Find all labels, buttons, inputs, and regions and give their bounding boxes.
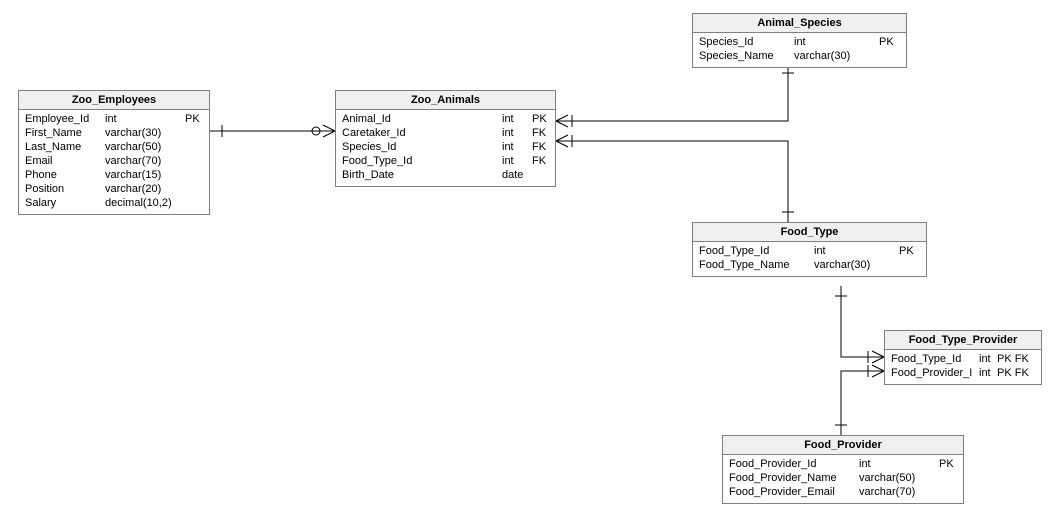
entity-columns: Food_Type_Id int PK FK Food_Provider_I i… xyxy=(885,350,1041,384)
entity-columns: Species_Id int PK Species_Name varchar(3… xyxy=(693,33,906,67)
column-row: First_Name varchar(30) xyxy=(25,126,203,140)
column-key: PK xyxy=(939,457,954,471)
column-row: Food_Type_Id int PK xyxy=(699,244,920,258)
entity-zoo-animals: Zoo_Animals Animal_Id int PK Caretaker_I… xyxy=(335,90,556,187)
column-type: varchar(70) xyxy=(859,485,939,499)
column-type: varchar(30) xyxy=(105,126,185,140)
column-type: int xyxy=(814,244,899,258)
entity-columns: Food_Provider_Id int PK Food_Provider_Na… xyxy=(723,455,963,503)
column-type: varchar(30) xyxy=(794,49,879,63)
column-row: Food_Provider_Email varchar(70) xyxy=(729,485,957,499)
column-type: varchar(50) xyxy=(105,140,185,154)
column-name: Animal_Id xyxy=(342,112,502,126)
column-name: Birth_Date xyxy=(342,168,502,182)
column-key: PK xyxy=(899,244,914,258)
column-key: FK xyxy=(532,126,546,140)
entity-animal-species: Animal_Species Species_Id int PK Species… xyxy=(692,13,907,68)
column-name: Food_Provider_Email xyxy=(729,485,859,499)
column-name: Food_Type_Id xyxy=(699,244,814,258)
column-type: int xyxy=(979,352,997,366)
column-key: PK FK xyxy=(997,366,1029,380)
column-name: Species_Id xyxy=(699,35,794,49)
column-name: Position xyxy=(25,182,105,196)
column-type: int xyxy=(105,112,185,126)
rel-foodtype-ftp xyxy=(835,286,884,363)
column-type: int xyxy=(794,35,879,49)
column-row: Food_Provider_Id int PK xyxy=(729,457,957,471)
column-row: Last_Name varchar(50) xyxy=(25,140,203,154)
column-key: FK xyxy=(532,140,546,154)
column-type: int xyxy=(502,126,532,140)
column-row: Salary decimal(10,2) xyxy=(25,196,203,210)
column-name: Food_Provider_I xyxy=(891,366,979,380)
column-key: PK xyxy=(532,112,547,126)
column-row: Species_Id int FK xyxy=(342,140,549,154)
column-row: Phone varchar(15) xyxy=(25,168,203,182)
column-row: Birth_Date date xyxy=(342,168,549,182)
column-type: int xyxy=(502,112,532,126)
entity-title: Zoo_Employees xyxy=(19,91,209,110)
column-name: Email xyxy=(25,154,105,168)
column-key: PK FK xyxy=(997,352,1029,366)
column-row: Food_Type_Id int FK xyxy=(342,154,549,168)
column-type: varchar(70) xyxy=(105,154,185,168)
column-row: Animal_Id int PK xyxy=(342,112,549,126)
column-row: Position varchar(20) xyxy=(25,182,203,196)
column-name: Employee_Id xyxy=(25,112,105,126)
column-name: First_Name xyxy=(25,126,105,140)
column-row: Species_Name varchar(30) xyxy=(699,49,900,63)
column-key: PK xyxy=(185,112,200,126)
column-name: Food_Type_Id xyxy=(891,352,979,366)
column-row: Food_Provider_Name varchar(50) xyxy=(729,471,957,485)
rel-species-animals xyxy=(556,63,794,127)
column-type: varchar(20) xyxy=(105,182,185,196)
column-row: Caretaker_Id int FK xyxy=(342,126,549,140)
entity-columns: Animal_Id int PK Caretaker_Id int FK Spe… xyxy=(336,110,555,186)
column-row: Food_Type_Id int PK FK xyxy=(891,352,1035,366)
column-name: Caretaker_Id xyxy=(342,126,502,140)
column-type: date xyxy=(502,168,532,182)
entity-zoo-employees: Zoo_Employees Employee_Id int PK First_N… xyxy=(18,90,210,215)
column-type: varchar(50) xyxy=(859,471,939,485)
column-type: varchar(30) xyxy=(814,258,899,272)
entity-food-type: Food_Type Food_Type_Id int PK Food_Type_… xyxy=(692,222,927,277)
column-name: Phone xyxy=(25,168,105,182)
column-type: varchar(15) xyxy=(105,168,185,182)
column-type: int xyxy=(859,457,939,471)
column-name: Last_Name xyxy=(25,140,105,154)
column-name: Species_Name xyxy=(699,49,794,63)
column-key: FK xyxy=(532,154,546,168)
entity-title: Food_Type xyxy=(693,223,926,242)
column-row: Email varchar(70) xyxy=(25,154,203,168)
column-name: Salary xyxy=(25,196,105,210)
column-row: Food_Type_Name varchar(30) xyxy=(699,258,920,272)
column-type: int xyxy=(502,154,532,168)
entity-columns: Employee_Id int PK First_Name varchar(30… xyxy=(19,110,209,214)
column-name: Food_Provider_Id xyxy=(729,457,859,471)
rel-employees-animals xyxy=(210,125,335,137)
entity-food-provider: Food_Provider Food_Provider_Id int PK Fo… xyxy=(722,435,964,504)
column-type: int xyxy=(502,140,532,154)
column-name: Food_Provider_Name xyxy=(729,471,859,485)
column-row: Food_Provider_I int PK FK xyxy=(891,366,1035,380)
column-type: int xyxy=(979,366,997,380)
entity-title: Food_Provider xyxy=(723,436,963,455)
column-key: PK xyxy=(879,35,894,49)
rel-foodtype-animals xyxy=(556,135,794,222)
entity-columns: Food_Type_Id int PK Food_Type_Name varch… xyxy=(693,242,926,276)
entity-food-type-provider: Food_Type_Provider Food_Type_Id int PK F… xyxy=(884,330,1042,385)
column-name: Species_Id xyxy=(342,140,502,154)
column-name: Food_Type_Id xyxy=(342,154,502,168)
entity-title: Food_Type_Provider xyxy=(885,331,1041,350)
rel-provider-ftp xyxy=(835,365,884,435)
column-name: Food_Type_Name xyxy=(699,258,814,272)
column-row: Employee_Id int PK xyxy=(25,112,203,126)
column-type: decimal(10,2) xyxy=(105,196,185,210)
entity-title: Animal_Species xyxy=(693,14,906,33)
column-row: Species_Id int PK xyxy=(699,35,900,49)
entity-title: Zoo_Animals xyxy=(336,91,555,110)
